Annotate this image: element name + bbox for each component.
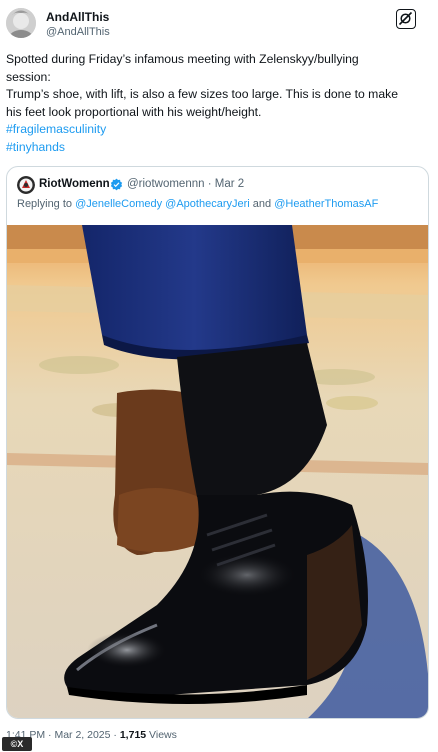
quoted-tweet-photo[interactable]: [7, 225, 428, 718]
hashtag-fragilemasculinity[interactable]: #fragilemasculinity: [6, 122, 106, 136]
tweet-text-line: Trump’s shoe, with lift, is also a few s…: [6, 87, 398, 101]
mention-link[interactable]: @HeatherThomasAF: [274, 198, 378, 210]
tweet-text-line: Spotted during Friday’s infamous meeting…: [6, 52, 359, 66]
quoted-tweet-header: RiotWomenn @riotwomennn · Mar 2: [17, 176, 418, 194]
grok-icon: [398, 11, 413, 26]
avatar-image: [6, 8, 36, 38]
verified-badge-icon: [110, 178, 123, 191]
replying-to-label: Replying to: [17, 198, 73, 210]
mention-link[interactable]: @JenelleComedy: [75, 198, 162, 210]
quoted-author-meta: @riotwomennn · Mar 2: [127, 178, 244, 190]
author-handle[interactable]: @AndAllThis: [46, 26, 110, 38]
quoted-author-handle[interactable]: @riotwomennn: [127, 178, 205, 190]
replying-to-and: and: [252, 198, 272, 210]
views-label: Views: [149, 729, 177, 741]
hashtag-tinyhands[interactable]: #tinyhands: [6, 140, 65, 154]
views-count: 1,715: [119, 729, 147, 741]
tweet-text: Spotted during Friday’s infamous meeting…: [6, 51, 430, 156]
author-display-name[interactable]: AndAllThis: [46, 10, 109, 24]
mention-link[interactable]: @ApothecaryJeri: [165, 198, 250, 210]
shoe-photo-image: [7, 225, 428, 718]
tweet-header: AndAllThis @AndAllThis: [6, 6, 432, 42]
separator-dot: ·: [48, 729, 52, 741]
separator-dot: ·: [207, 178, 212, 190]
tweet-text-line: session:: [6, 69, 51, 84]
tweet-text-line: his feet look proportional with his weig…: [6, 104, 262, 119]
avatar-image: [17, 176, 35, 194]
quoted-tweet[interactable]: RiotWomenn @riotwomennn · Mar 2 Replying…: [6, 166, 429, 719]
separator-dot: ·: [113, 729, 117, 741]
replying-to: Replying to @JenelleComedy @ApothecaryJe…: [17, 198, 378, 210]
quoted-author-display-name[interactable]: RiotWomenn: [39, 178, 110, 190]
x-copyright-badge: ©X: [2, 737, 32, 751]
quoted-author-avatar[interactable]: [17, 176, 35, 194]
quoted-tweet-date[interactable]: Mar 2: [215, 178, 244, 190]
tweet-date[interactable]: Mar 2, 2025: [54, 729, 110, 741]
grok-button[interactable]: [396, 9, 416, 29]
author-avatar[interactable]: [6, 8, 36, 38]
